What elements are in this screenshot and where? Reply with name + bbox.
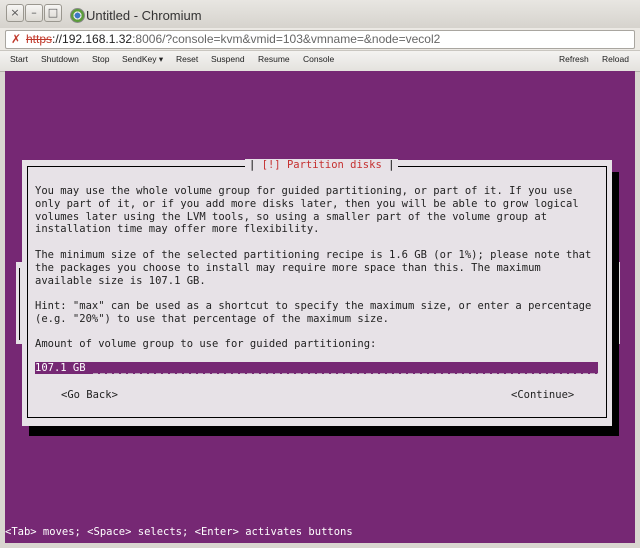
dialog-title-prefix: [!] [261, 159, 287, 171]
window-title: Untitled - Chromium [86, 8, 202, 23]
minimize-icon[interactable]: – [25, 4, 43, 22]
window-titlebar: × – □ Untitled - Chromium [0, 0, 640, 29]
background-dialog-border [19, 268, 20, 340]
size-input-value[interactable]: 107.1 GB [35, 362, 86, 374]
keyboard-help-line: <Tab> moves; <Space> selects; <Enter> ac… [5, 526, 353, 538]
dialog-paragraph-1: You may use the whole volume group for g… [35, 185, 579, 236]
dialog-paragraph-2: The minimum size of the selected partiti… [35, 249, 592, 287]
input-underline [93, 373, 598, 374]
refresh-button[interactable]: Refresh [559, 54, 589, 64]
address-bar[interactable]: ✗ https://192.168.1.32:8006/?console=kvm… [5, 30, 635, 49]
browser-tab[interactable]: Untitled - Chromium [64, 3, 264, 28]
continue-button[interactable]: <Continue> [511, 389, 574, 401]
resume-button[interactable]: Resume [258, 54, 290, 64]
maximize-icon[interactable]: □ [44, 4, 62, 22]
url-host: ://192.168.1.32 [52, 32, 133, 46]
url-text[interactable]: https://192.168.1.32:8006/?console=kvm&v… [26, 32, 440, 46]
input-prompt: Amount of volume group to use for guided… [35, 338, 377, 350]
insecure-lock-icon: ✗ [11, 32, 22, 46]
url-scheme: https [26, 32, 53, 46]
console-toolbar: Start Shutdown Stop SendKey ▾ Reset Susp… [0, 50, 640, 72]
close-icon[interactable]: × [6, 4, 24, 22]
dialog-paragraph-3: Hint: "max" can be used as a shortcut to… [35, 300, 592, 325]
url-rest: :8006/?console=kvm&vmid=103&vmname=&node… [132, 32, 441, 46]
start-button[interactable]: Start [10, 54, 28, 64]
suspend-button[interactable]: Suspend [211, 54, 245, 64]
reload-button[interactable]: Reload [602, 54, 629, 64]
stop-button[interactable]: Stop [92, 54, 110, 64]
sendkey-button[interactable]: SendKey ▾ [122, 54, 163, 65]
console-button[interactable]: Console [303, 54, 334, 64]
dialog-title-text: Partition disks [286, 159, 382, 171]
shutdown-button[interactable]: Shutdown [41, 54, 79, 64]
go-back-button[interactable]: <Go Back> [61, 389, 118, 401]
reset-button[interactable]: Reset [176, 54, 198, 64]
chromium-icon [70, 8, 85, 23]
address-row: ✗ https://192.168.1.32:8006/?console=kvm… [0, 28, 640, 50]
dialog-title: | [!] Partition disks | [245, 159, 399, 171]
